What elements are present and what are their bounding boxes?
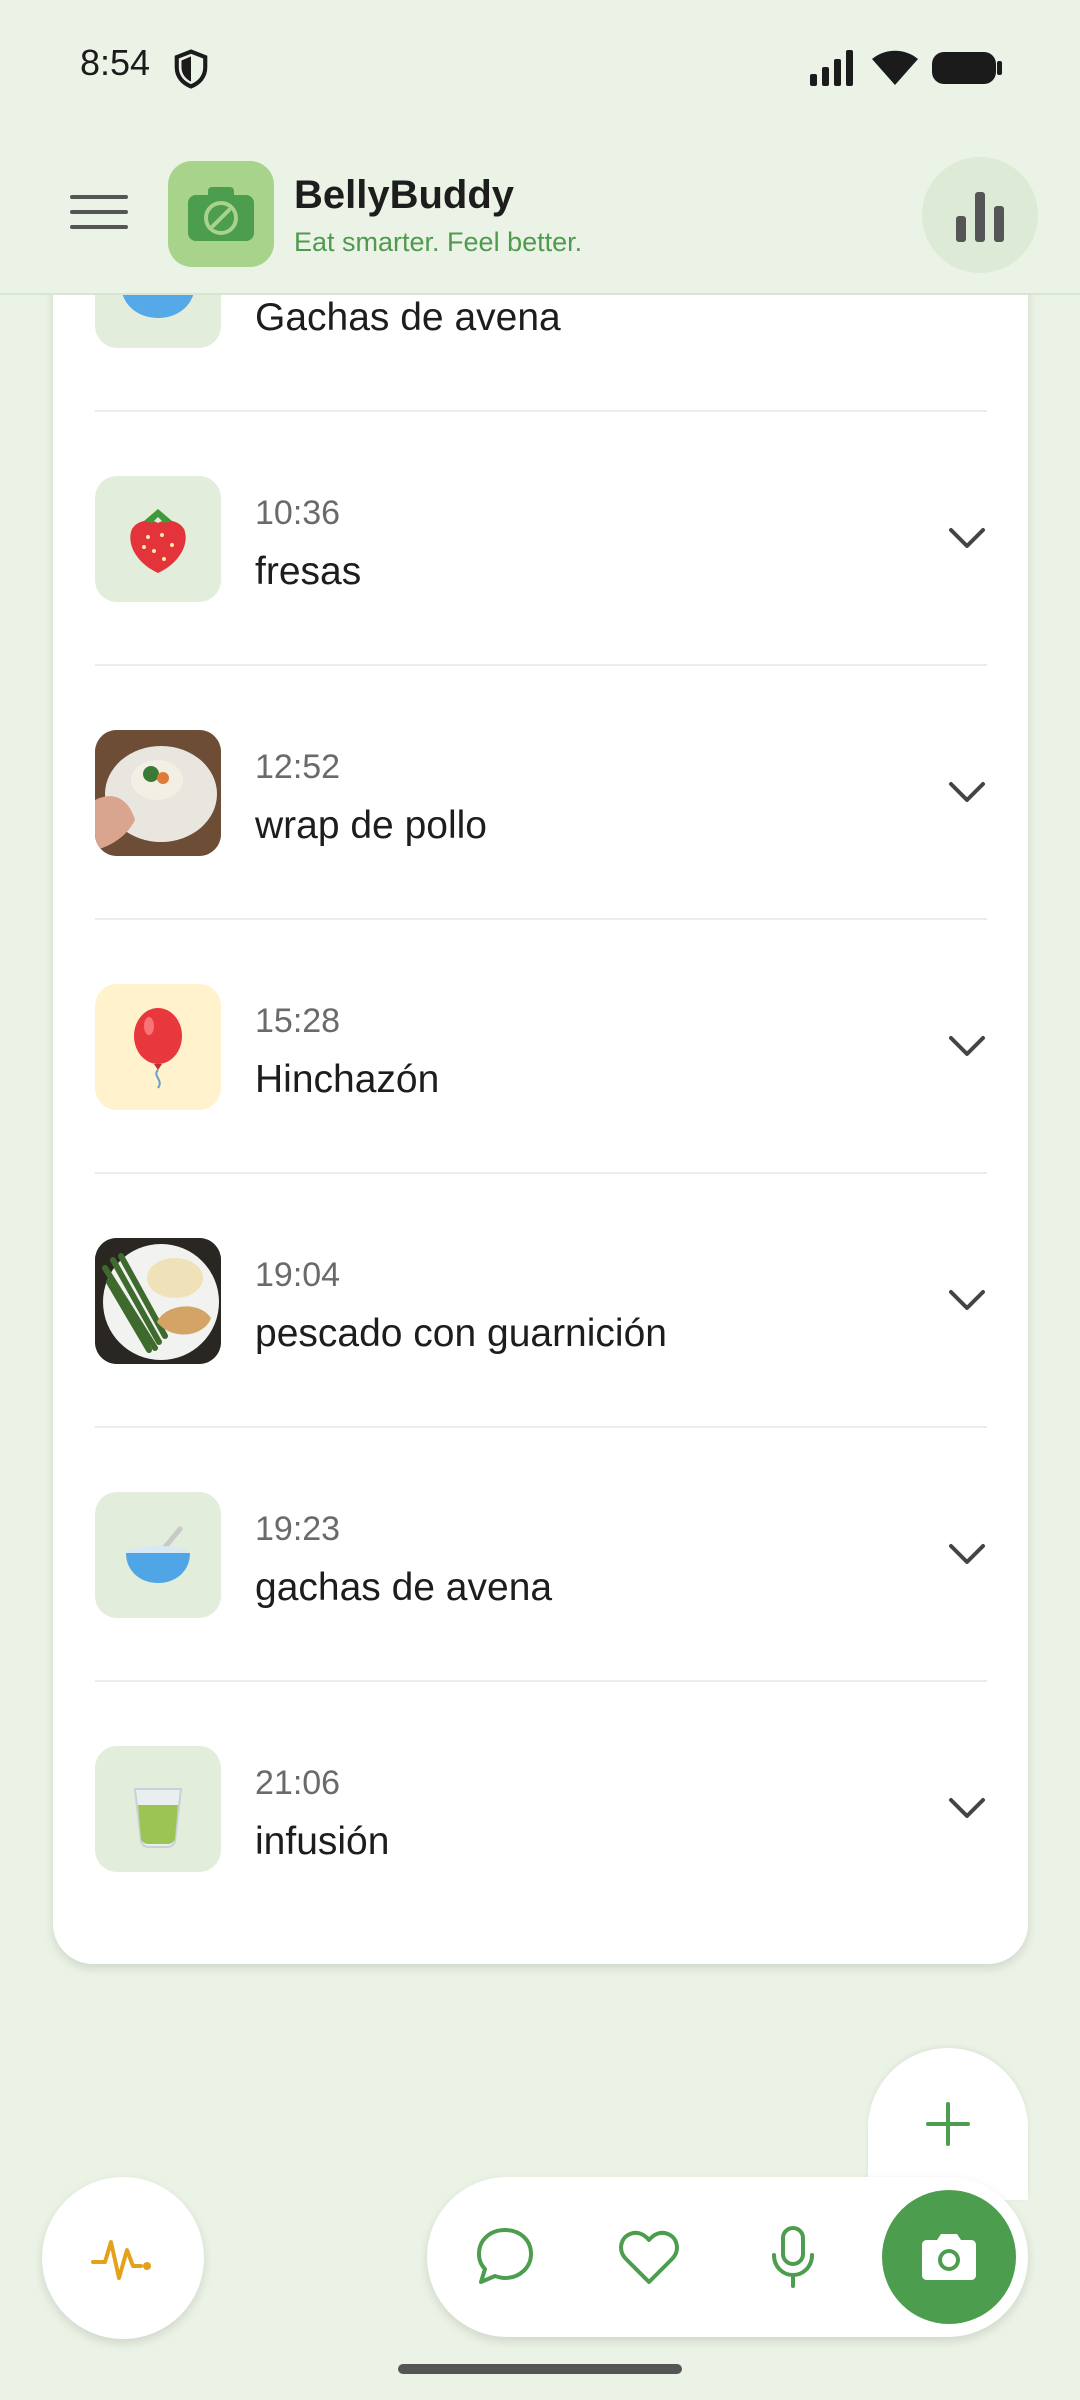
heart-icon — [619, 2230, 679, 2284]
camera-icon — [922, 2234, 976, 2280]
entry-title: gachas de avena — [255, 1566, 553, 1609]
signal-icon — [810, 50, 853, 86]
pulse-button[interactable] — [42, 2177, 204, 2339]
chevron-down-icon[interactable] — [947, 1540, 987, 1568]
shield-icon — [174, 49, 208, 89]
pulse-icon — [91, 2240, 151, 2280]
entries-card: Gachas de avena 10:36 fresas 12:52 wrap … — [53, 240, 1028, 1964]
chevron-down-icon[interactable] — [947, 1286, 987, 1314]
entry-title: infusión — [255, 1820, 390, 1863]
favorites-button[interactable] — [614, 2222, 684, 2292]
app-title: BellyBuddy — [294, 173, 515, 217]
balloon-icon — [95, 984, 221, 1110]
entry-title: fresas — [255, 550, 362, 593]
entry-title: Gachas de avena — [255, 296, 561, 339]
app-bar: BellyBuddy Eat smarter. Feel better. — [0, 135, 1080, 295]
photo-fish — [95, 1238, 221, 1364]
status-icons — [810, 48, 1004, 88]
chevron-down-icon[interactable] — [947, 1794, 987, 1822]
entry-time: 21:06 — [255, 1764, 341, 1802]
tea-icon — [95, 1746, 221, 1872]
entry-title: Hinchazón — [255, 1058, 440, 1101]
battery-icon — [932, 52, 1002, 84]
chevron-down-icon[interactable] — [947, 1032, 987, 1060]
list-item[interactable]: 21:06 infusión — [95, 1682, 987, 1936]
app-logo — [168, 161, 274, 267]
entry-time: 19:23 — [255, 1510, 341, 1548]
plus-icon — [926, 2102, 970, 2146]
entry-time: 12:52 — [255, 748, 341, 786]
entry-time: 19:04 — [255, 1256, 341, 1294]
entry-title: wrap de pollo — [255, 804, 487, 847]
chat-button[interactable] — [470, 2222, 540, 2292]
status-time: 8:54 — [80, 42, 151, 83]
voice-button[interactable] — [758, 2222, 828, 2292]
camera-logo-icon — [188, 187, 254, 241]
stats-button[interactable] — [922, 157, 1038, 273]
list-item[interactable]: 15:28 Hinchazón — [95, 920, 987, 1174]
entry-time: 10:36 — [255, 494, 341, 532]
menu-button[interactable] — [70, 195, 128, 235]
menu-icon — [70, 195, 128, 199]
list-item[interactable]: 19:04 pescado con guarnición — [95, 1174, 987, 1428]
list-item[interactable]: 19:23 gachas de avena — [95, 1428, 987, 1682]
chat-icon — [477, 2228, 533, 2284]
bowl-icon — [95, 1492, 221, 1618]
chevron-down-icon[interactable] — [947, 778, 987, 806]
photo-wrap — [95, 730, 221, 856]
home-indicator[interactable] — [398, 2364, 682, 2374]
wifi-icon — [872, 50, 918, 85]
app-subtitle: Eat smarter. Feel better. — [294, 227, 583, 257]
status-bar: 8:54 — [0, 0, 1080, 135]
microphone-icon — [772, 2226, 814, 2288]
list-item[interactable]: 12:52 wrap de pollo — [95, 666, 987, 920]
entry-time: 15:28 — [255, 1002, 341, 1040]
bar-chart-icon — [956, 192, 1004, 242]
camera-button[interactable] — [882, 2190, 1016, 2324]
entry-title: pescado con guarnición — [255, 1312, 667, 1355]
list-item[interactable]: 10:36 fresas — [95, 412, 987, 666]
chevron-down-icon[interactable] — [947, 524, 987, 552]
strawberry-icon — [95, 476, 221, 602]
